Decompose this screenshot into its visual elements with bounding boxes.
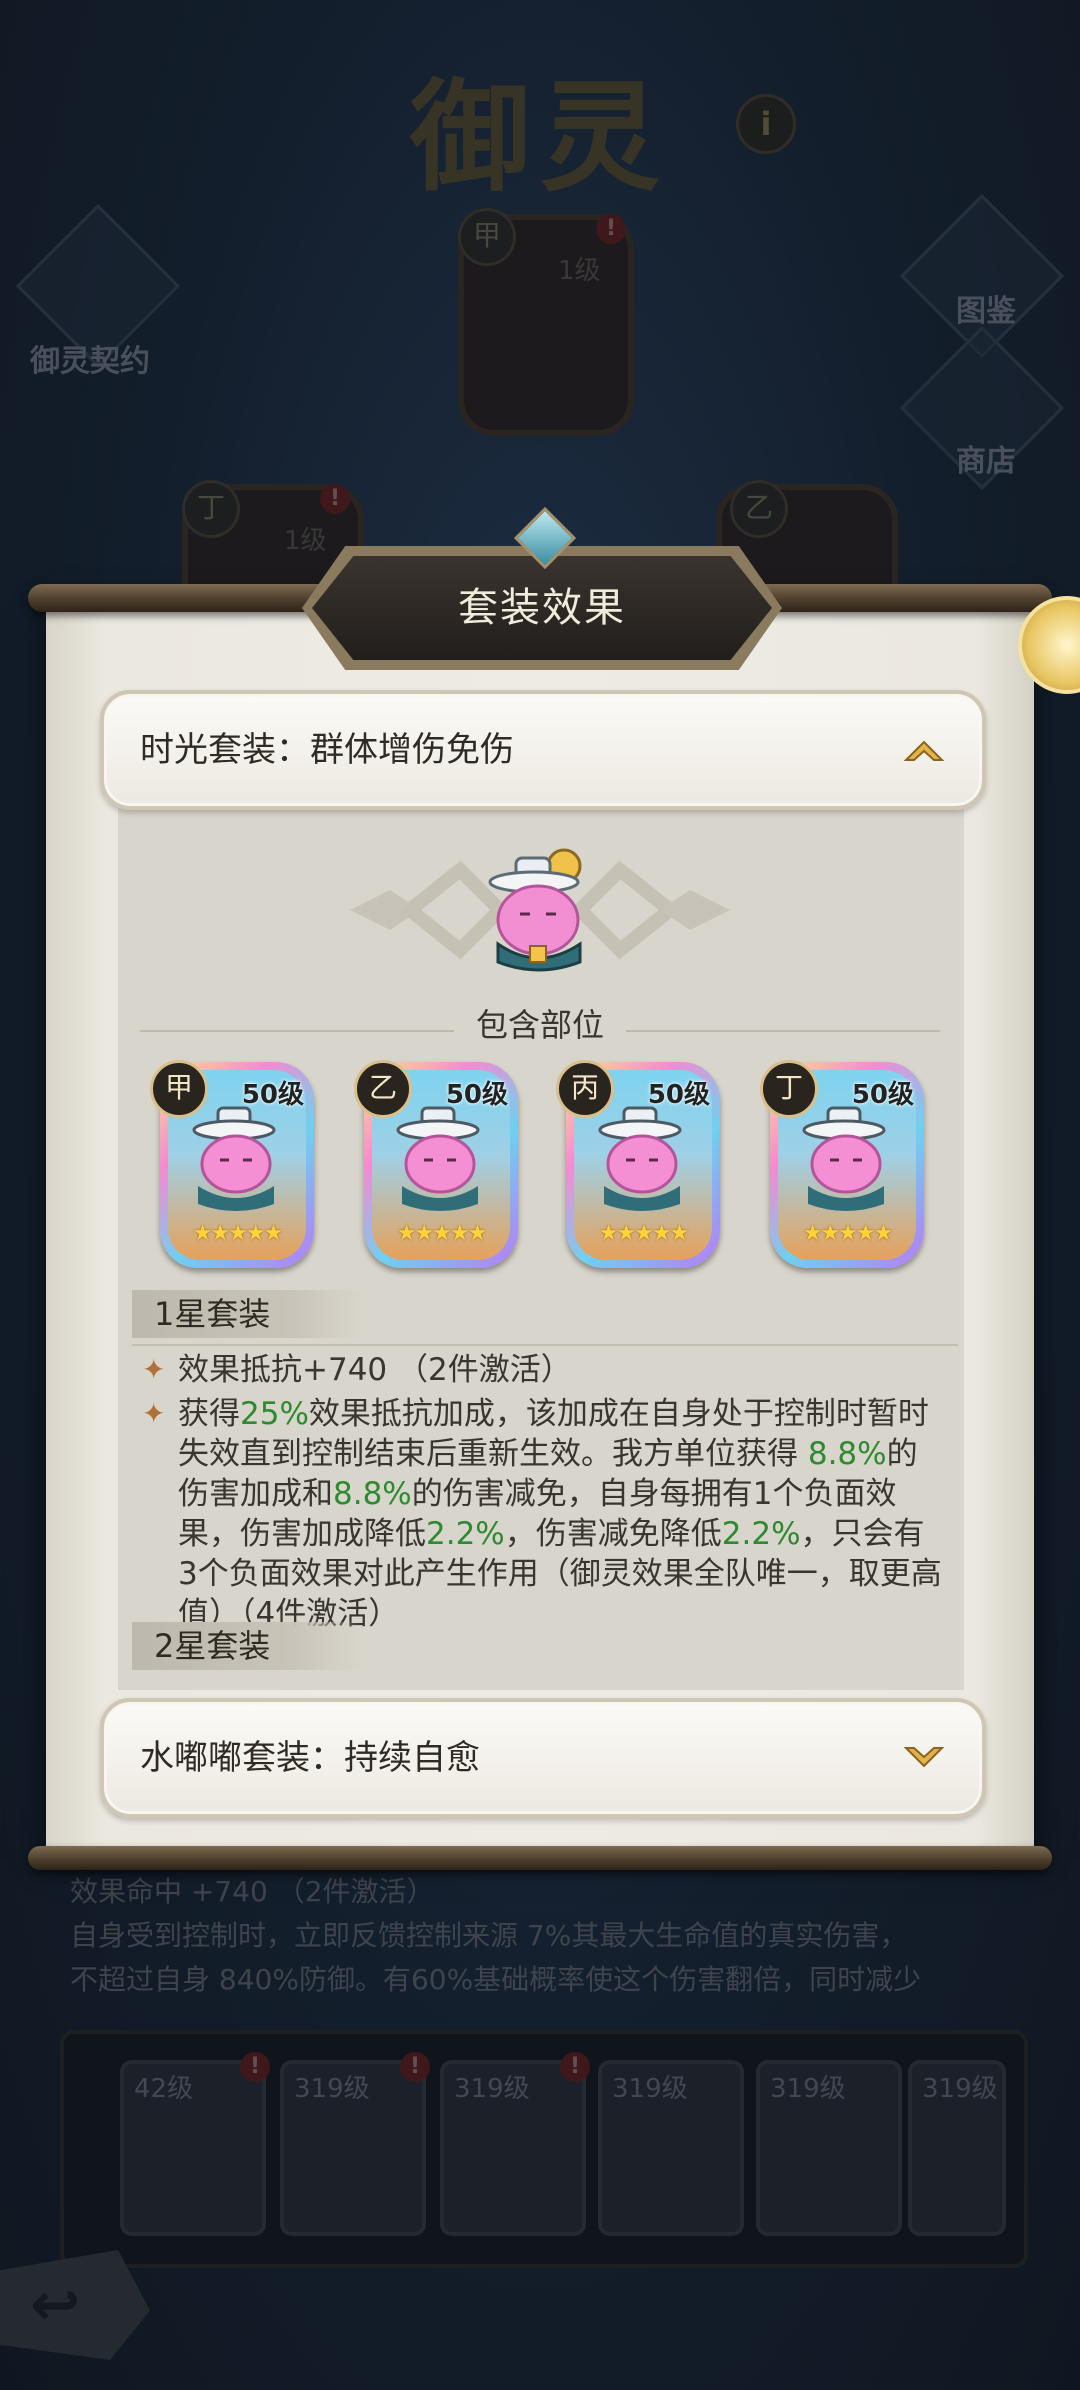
slot-tag: 乙 bbox=[354, 1060, 412, 1118]
sparkle-bullet-icon: ✦ bbox=[142, 1353, 166, 1386]
set-piece-card[interactable]: ★★★★★ 丁 50级 bbox=[760, 1060, 924, 1268]
effect-item: ✦ 获得25%效果抵抗加成，该加成在自身处于控制时暂时失效直到控制结束后重新生效… bbox=[142, 1396, 942, 1632]
set-bar-time[interactable]: 时光套装：群体增伤免伤 bbox=[100, 690, 986, 810]
set-bar-water[interactable]: 水嘟嘟套装：持续自愈 bbox=[100, 1698, 986, 1818]
piece-level: 50级 bbox=[445, 1080, 508, 1110]
scroll-rod-bottom bbox=[28, 1846, 1052, 1870]
mascot-portrait-icon bbox=[192, 1106, 276, 1211]
effect-item: ✦ 效果抵抗+740 （2件激活） bbox=[142, 1352, 572, 1388]
set-piece-card[interactable]: ★★★★★ 乙 50级 bbox=[354, 1060, 518, 1268]
set-bar-label: 水嘟嘟套装：持续自愈 bbox=[140, 1738, 480, 1778]
piece-level: 50级 bbox=[647, 1080, 710, 1110]
set-mascot-icon bbox=[488, 848, 582, 972]
star-rating: ★★★★★ bbox=[802, 1221, 894, 1246]
divider-line bbox=[132, 1344, 958, 1346]
effect-list: ✦ 效果抵抗+740 （2件激活） ✦ 获得25%效果抵抗加成，该加成在自身处于… bbox=[142, 1350, 942, 1638]
star2-set-header: 2星套装 bbox=[132, 1622, 362, 1670]
mascot-portrait-icon bbox=[598, 1106, 682, 1211]
piece-level: 50级 bbox=[241, 1080, 304, 1110]
star1-set-header: 1星套装 bbox=[132, 1290, 362, 1338]
star-rating: ★★★★★ bbox=[396, 1221, 488, 1246]
dialog-title: 套装效果 bbox=[458, 585, 626, 631]
slot-tag: 丁 bbox=[760, 1060, 818, 1118]
mascot-portrait-icon bbox=[802, 1106, 886, 1211]
set-piece-card[interactable]: ★★★★★ 甲 50级 bbox=[150, 1060, 314, 1268]
contains-parts-label: 包含部位 bbox=[0, 1000, 1080, 1046]
slot-tag: 甲 bbox=[150, 1060, 208, 1118]
set-bar-label: 时光套装：群体增伤免伤 bbox=[140, 730, 514, 770]
star-rating: ★★★★★ bbox=[192, 1221, 284, 1246]
set-piece-card[interactable]: ★★★★★ 丙 50级 bbox=[556, 1060, 720, 1268]
sparkle-bullet-icon: ✦ bbox=[142, 1397, 166, 1430]
piece-level: 50级 bbox=[851, 1080, 914, 1110]
mascot-portrait-icon bbox=[396, 1106, 480, 1211]
collapse-chevron-icon[interactable] bbox=[900, 726, 948, 774]
expand-chevron-icon[interactable] bbox=[900, 1734, 948, 1782]
slot-tag: 丙 bbox=[556, 1060, 614, 1118]
star-rating: ★★★★★ bbox=[598, 1221, 690, 1246]
